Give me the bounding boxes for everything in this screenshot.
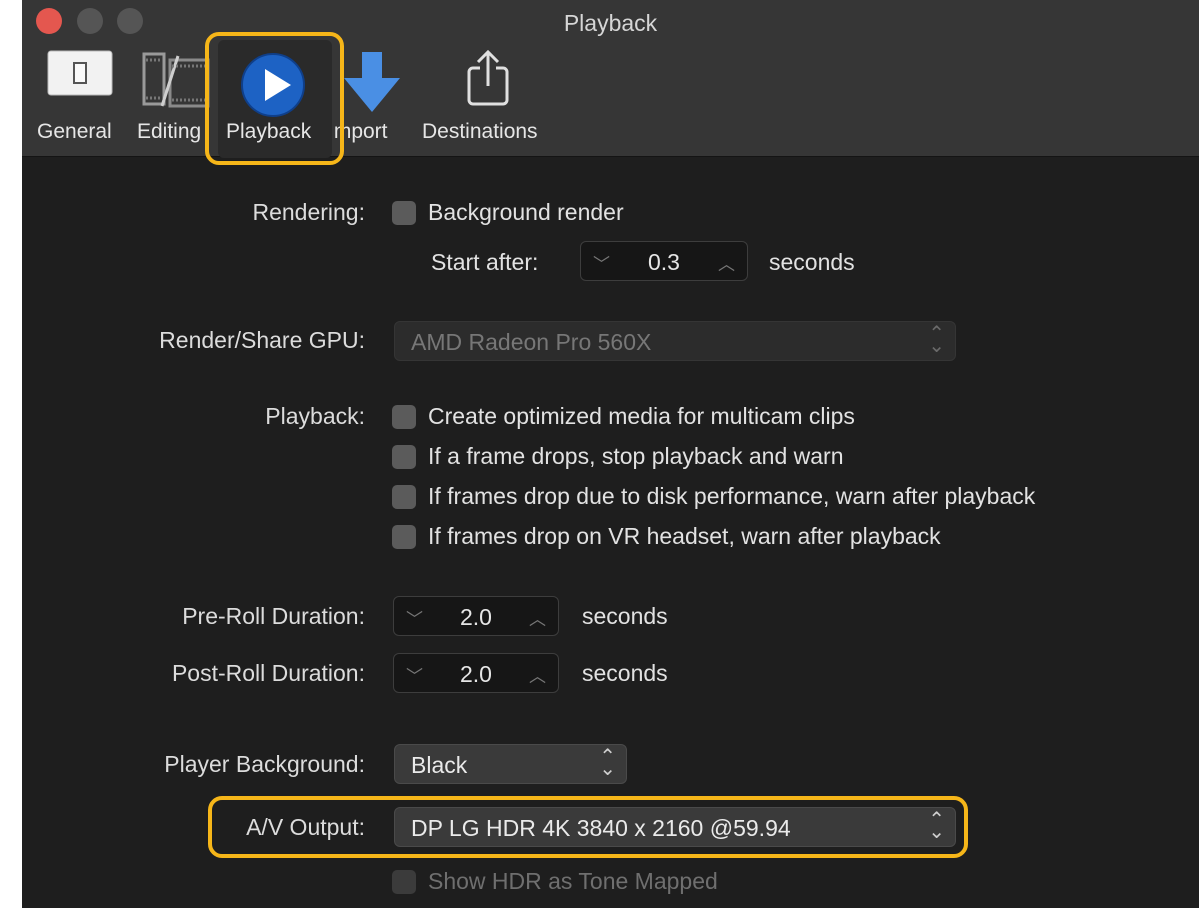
up-down-chevron-icon: ⌃ ⌄ xyxy=(599,746,616,780)
toolbar-editing[interactable]: Editing xyxy=(134,40,218,150)
chevron-up-icon[interactable]: ︿ xyxy=(529,662,546,687)
import-arrow-icon xyxy=(340,50,402,119)
multicam-checkbox[interactable] xyxy=(392,405,416,429)
preroll-label: Pre-Roll Duration: xyxy=(182,603,365,629)
disk-performance-label: If frames drop due to disk performance, … xyxy=(428,483,1036,509)
vr-headset-checkbox[interactable] xyxy=(392,525,416,549)
chevron-up-icon[interactable]: ︿ xyxy=(529,605,546,630)
toolbar-import[interactable]: Import xyxy=(328,40,406,150)
show-hdr-checkbox xyxy=(392,870,416,894)
multicam-label: Create optimized media for multicam clip… xyxy=(428,403,855,429)
rendering-label: Rendering: xyxy=(252,199,365,225)
title-bar: Playback General Editing Import Playback… xyxy=(22,0,1199,158)
player-background-label: Player Background: xyxy=(164,751,365,777)
disk-performance-checkbox[interactable] xyxy=(392,485,416,509)
start-after-unit: seconds xyxy=(769,249,855,275)
toolbar-destinations-label: Destinations xyxy=(422,120,538,143)
postroll-stepper[interactable]: ﹀ 2.0 ︿ xyxy=(393,653,559,693)
show-hdr-label: Show HDR as Tone Mapped xyxy=(428,868,718,894)
postroll-label: Post-Roll Duration: xyxy=(171,660,365,686)
vr-headset-label: If frames drop on VR headset, warn after… xyxy=(428,523,941,549)
background-render-label: Background render xyxy=(428,199,624,225)
general-switch-icon xyxy=(47,50,113,101)
toolbar-general[interactable]: General xyxy=(34,40,130,150)
start-after-label: Start after: xyxy=(431,249,539,275)
postroll-unit: seconds xyxy=(582,660,668,686)
preroll-unit: seconds xyxy=(582,603,668,629)
toolbar-playback[interactable]: Playback xyxy=(218,40,332,158)
chevron-up-icon[interactable]: ︿ xyxy=(718,250,735,275)
preroll-stepper[interactable]: ﹀ 2.0 ︿ xyxy=(393,596,559,636)
gpu-popup: AMD Radeon Pro 560X ⌃ ⌄ xyxy=(394,321,956,361)
window-title: Playback xyxy=(563,10,658,36)
share-icon xyxy=(465,48,511,113)
frame-drop-stop-label: If a frame drops, stop playback and warn xyxy=(428,443,844,469)
av-output-label: A/V Output: xyxy=(246,814,365,840)
frame-drop-stop-checkbox[interactable] xyxy=(392,445,416,469)
start-after-stepper[interactable]: ﹀ 0.3 ︿ xyxy=(580,241,748,281)
toolbar-editing-label: Editing xyxy=(137,120,202,143)
gpu-label: Render/Share GPU: xyxy=(159,327,365,353)
player-background-value: Black xyxy=(411,752,468,778)
toolbar-import-label: Import xyxy=(328,120,388,143)
up-down-chevron-icon: ⌃ ⌄ xyxy=(928,809,945,843)
up-down-chevron-icon: ⌃ ⌄ xyxy=(928,323,945,357)
preferences-window: Playback General Editing Import Playback… xyxy=(22,0,1199,908)
av-output-popup[interactable]: DP LG HDR 4K 3840 x 2160 @59.94 ⌃ ⌄ xyxy=(394,807,956,847)
background-render-checkbox[interactable] xyxy=(392,201,416,225)
play-icon xyxy=(240,52,306,123)
gpu-value: AMD Radeon Pro 560X xyxy=(411,329,652,355)
toolbar-playback-label: Playback xyxy=(226,120,312,143)
player-background-popup[interactable]: Black ⌃ ⌄ xyxy=(394,744,627,784)
film-strip-icon xyxy=(140,50,212,117)
playback-label: Playback: xyxy=(265,403,365,429)
toolbar-destinations[interactable]: Destinations xyxy=(422,40,556,150)
av-output-value: DP LG HDR 4K 3840 x 2160 @59.94 xyxy=(411,815,791,841)
toolbar-general-label: General xyxy=(37,120,112,143)
